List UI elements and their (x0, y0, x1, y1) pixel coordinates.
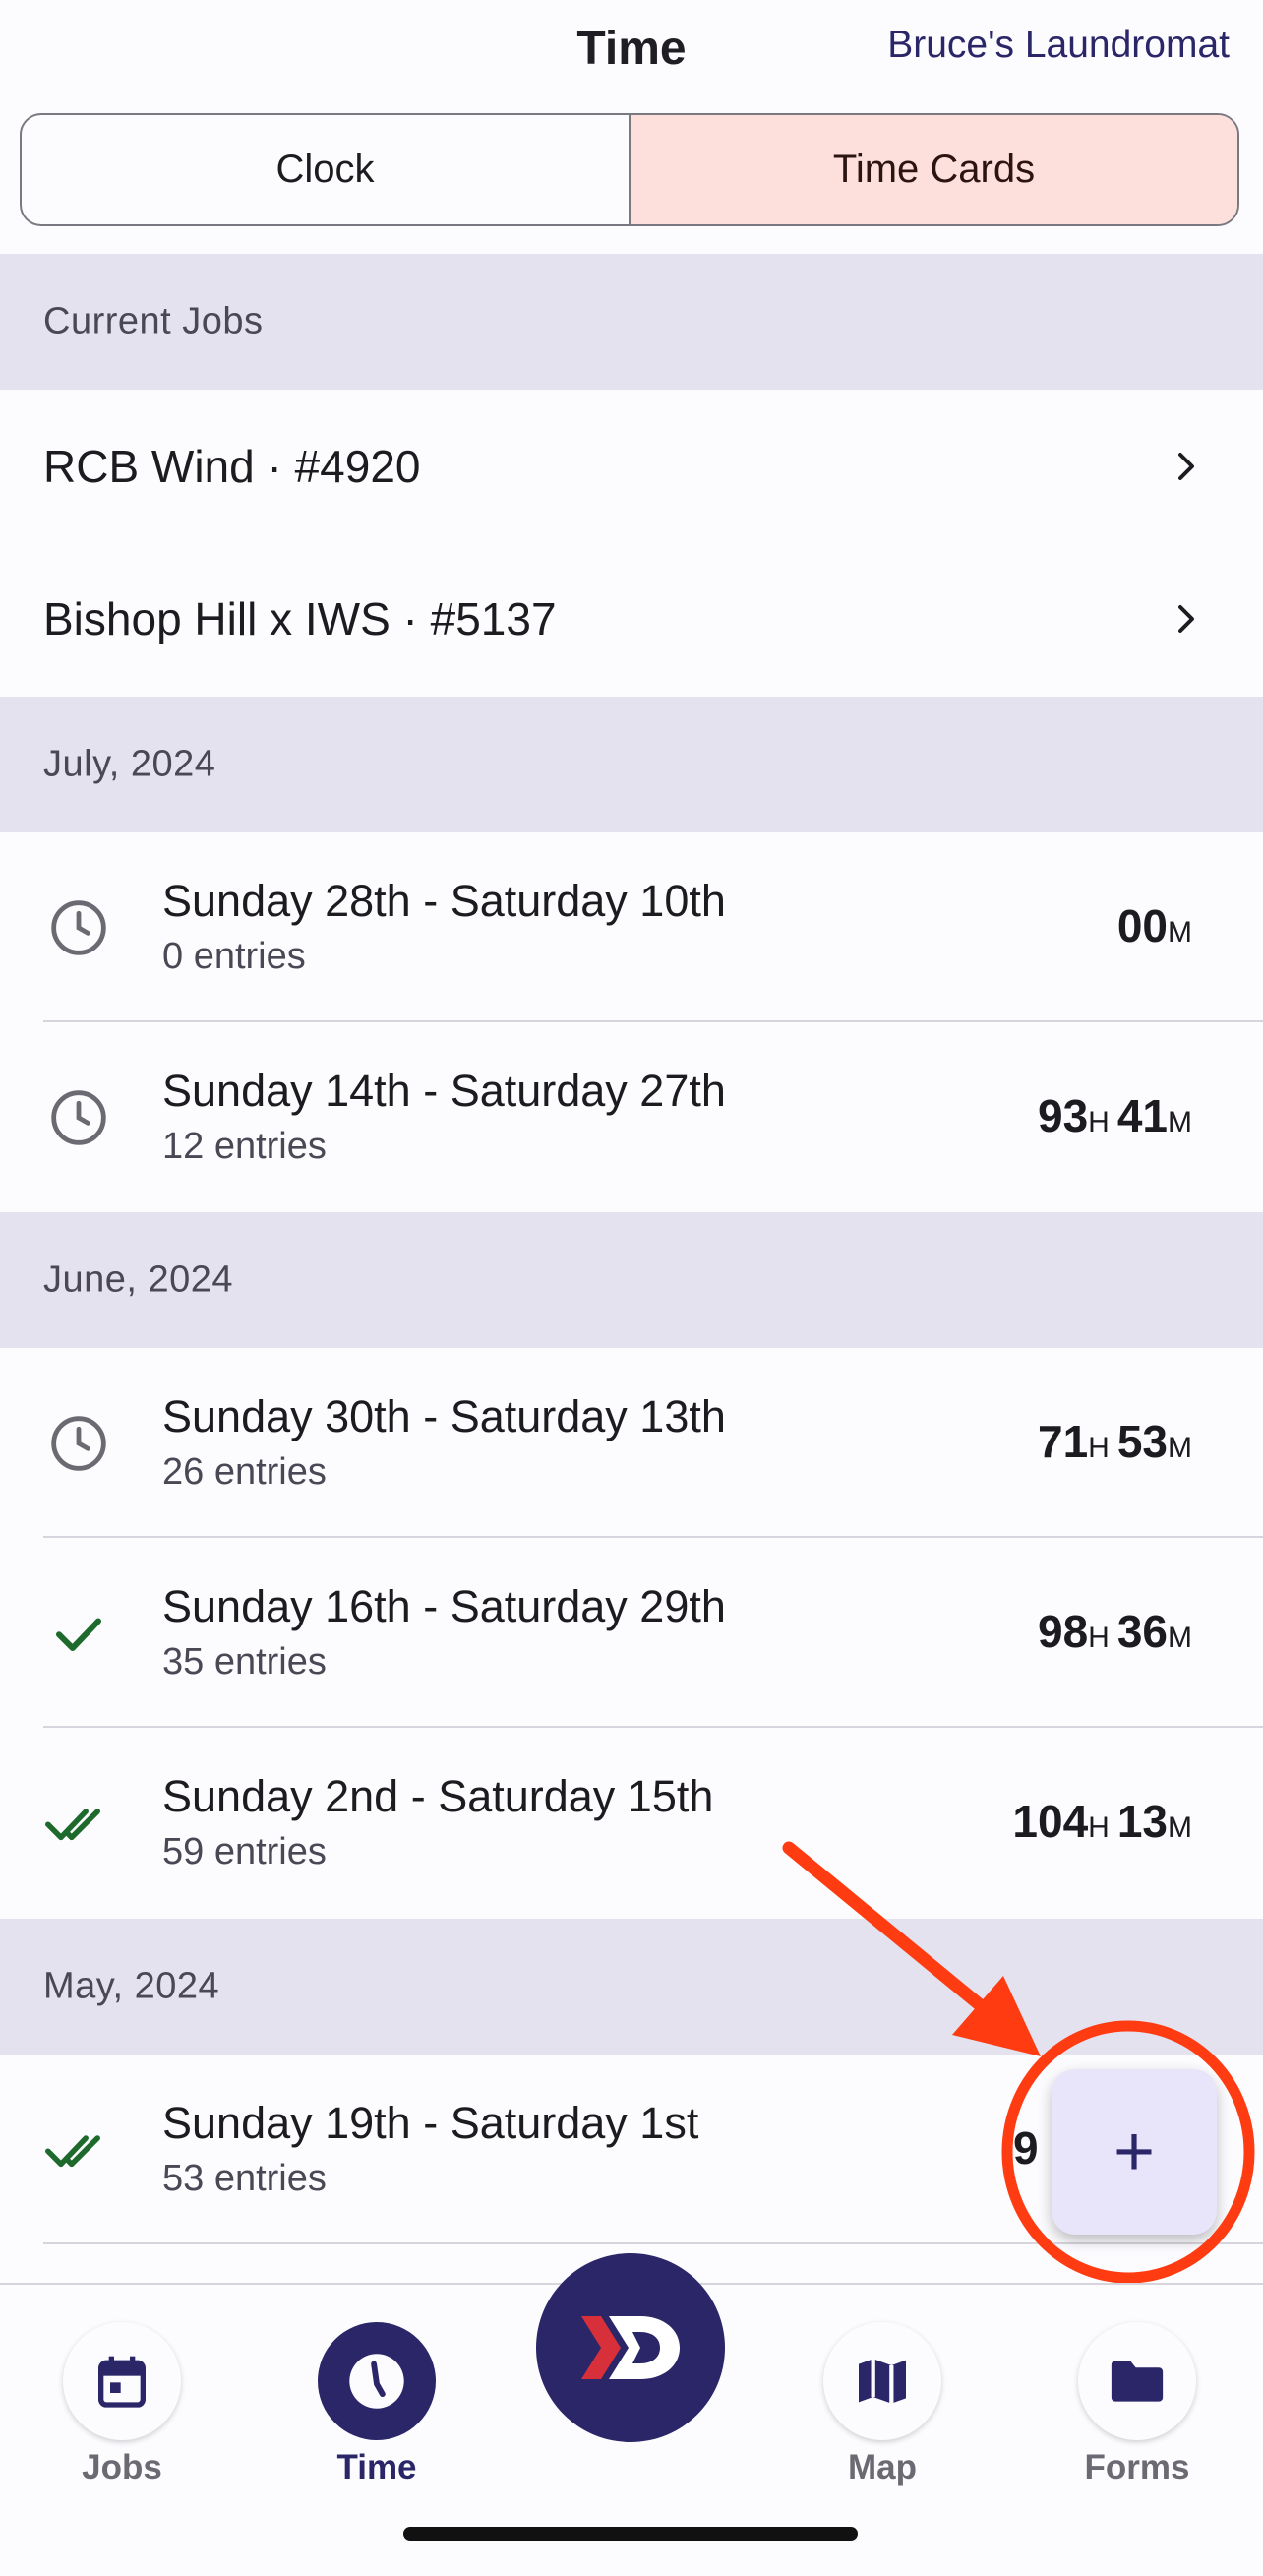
nav-label: Jobs (82, 2448, 162, 2486)
clock-icon (318, 2322, 436, 2440)
time-card-row[interactable]: Sunday 30th - Saturday 13th 26 entries 7… (0, 1348, 1263, 1538)
nav-label: Forms (1084, 2448, 1190, 2486)
nav-label: Map (848, 2448, 917, 2486)
clock-icon (43, 892, 114, 963)
time-card-range: Sunday 30th - Saturday 13th (162, 1391, 726, 1441)
time-card-range: Sunday 2nd - Saturday 15th (162, 1771, 714, 1821)
time-card-entries: 12 entries (162, 1126, 327, 1167)
time-card-entries: 35 entries (162, 1641, 327, 1683)
segmented-control: Clock Time Cards (20, 113, 1239, 226)
time-card-total: 9 (1013, 2122, 1039, 2174)
time-card-entries: 59 entries (162, 1831, 327, 1872)
time-card-total: 98H 36M (1037, 1606, 1192, 1657)
section-header-june-2024: June, 2024 (0, 1212, 1263, 1348)
section-header-july-2024: July, 2024 (0, 697, 1263, 832)
check-icon (43, 1598, 114, 1669)
nav-forms[interactable]: Forms (1049, 2302, 1226, 2486)
section-title: June, 2024 (43, 1258, 234, 1301)
time-card-row[interactable]: Sunday 16th - Saturday 29th 35 entries 9… (0, 1538, 1263, 1728)
tab-clock[interactable]: Clock (22, 115, 629, 224)
time-card-row[interactable]: Sunday 28th - Saturday 10th 0 entries 00… (0, 832, 1263, 1022)
section-header-current-jobs: Current Jobs (0, 254, 1263, 390)
divider (43, 2242, 1263, 2244)
section-title: Current Jobs (43, 300, 264, 342)
nav-map[interactable]: Map (794, 2302, 971, 2486)
time-card-total: 104H 13M (1012, 1796, 1192, 1847)
account-name[interactable]: Bruce's Laundromat (887, 24, 1230, 67)
calendar-icon (63, 2322, 181, 2440)
add-time-card-button[interactable]: + (1052, 2069, 1217, 2235)
job-label: RCB Wind · #4920 (43, 440, 421, 492)
time-card-row[interactable]: Sunday 14th - Saturday 27th 12 entries 9… (0, 1022, 1263, 1212)
double-check-icon (43, 2115, 114, 2185)
job-label: Bishop Hill x IWS · #5137 (43, 592, 557, 644)
chevron-right-icon (1178, 452, 1194, 480)
app-logo-icon (581, 2316, 680, 2379)
time-card-entries: 0 entries (162, 936, 306, 977)
map-icon (823, 2322, 941, 2440)
nav-jobs[interactable]: Jobs (33, 2302, 210, 2486)
top-header: Time Bruce's Laundromat (0, 0, 1263, 113)
nav-label: Time (336, 2448, 417, 2486)
time-card-range: Sunday 14th - Saturday 27th (162, 1066, 726, 1116)
time-card-total: 93H 41M (1037, 1090, 1192, 1141)
folder-icon (1078, 2322, 1196, 2440)
job-row[interactable]: Bishop Hill x IWS · #5137 (0, 542, 1263, 695)
section-title: July, 2024 (43, 743, 216, 785)
plus-icon: + (1113, 2113, 1156, 2191)
home-indicator[interactable] (403, 2527, 858, 2541)
time-card-total: 00M (1116, 900, 1192, 951)
chevron-right-icon (1178, 604, 1194, 633)
clock-icon (43, 1082, 114, 1153)
section-title: May, 2024 (43, 1965, 220, 2007)
clock-icon (43, 1408, 114, 1479)
time-card-entries: 53 entries (162, 2158, 327, 2199)
nav-time[interactable]: Time (288, 2302, 465, 2486)
double-check-icon (43, 1788, 114, 1859)
tab-time-cards[interactable]: Time Cards (629, 115, 1237, 224)
time-card-entries: 26 entries (162, 1451, 327, 1493)
time-card-range: Sunday 16th - Saturday 29th (162, 1581, 726, 1631)
time-card-total: 71H 53M (1037, 1416, 1192, 1467)
time-card-range: Sunday 19th - Saturday 1st (162, 2098, 699, 2148)
time-card-range: Sunday 28th - Saturday 10th (162, 876, 726, 926)
app-logo-button[interactable] (536, 2253, 725, 2442)
job-row[interactable]: RCB Wind · #4920 (0, 390, 1263, 542)
time-card-row[interactable]: Sunday 2nd - Saturday 15th 59 entries 10… (0, 1728, 1263, 1918)
section-header-may-2024: May, 2024 (0, 1919, 1263, 2055)
